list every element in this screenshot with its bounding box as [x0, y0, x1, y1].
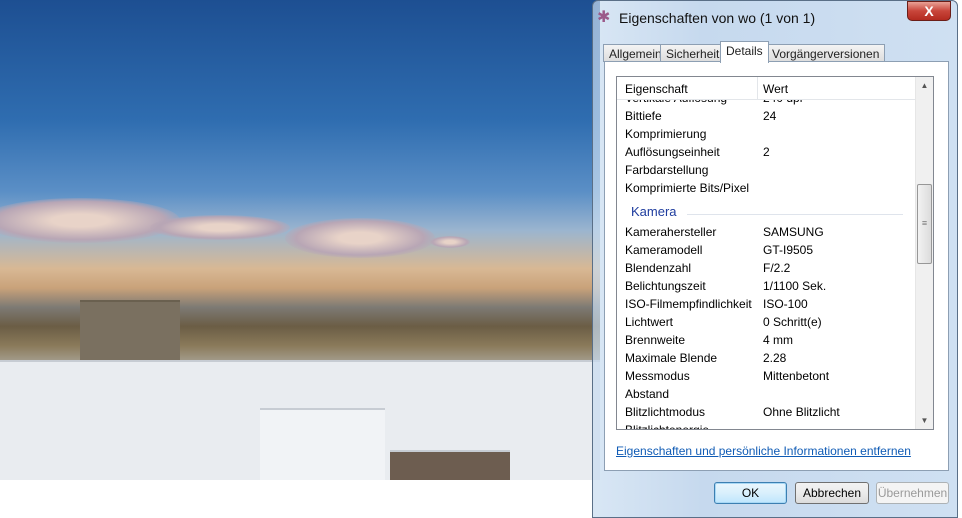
scroll-up-arrow-icon[interactable]: ▲	[916, 77, 933, 94]
tab-vorgaengerversionen[interactable]: Vorgängerversionen	[766, 44, 886, 62]
tab-allgemein[interactable]: Allgemein	[603, 44, 668, 62]
cancel-button[interactable]: Abbrechen	[795, 482, 869, 504]
column-header-value[interactable]: Wert	[763, 82, 788, 96]
remove-properties-link[interactable]: Eigenschaften und persönliche Informatio…	[616, 444, 911, 458]
list-item[interactable]: Farbdarstellung	[617, 161, 915, 179]
list-item[interactable]: Maximale Blende 2.28	[617, 349, 915, 367]
details-panel: Eigenschaft Wert Vertikale Auflösung240 …	[604, 61, 949, 471]
list-item[interactable]: ISO-Filmempfindlichkeit ISO-100	[617, 295, 915, 313]
list-item[interactable]: Bittiefe 24	[617, 107, 915, 125]
column-header-property[interactable]: Eigenschaft	[625, 82, 688, 96]
tab-sicherheit[interactable]: Sicherheit	[660, 44, 726, 62]
list-item[interactable]: Lichtwert 0 Schritt(e)	[617, 313, 915, 331]
list-header: Eigenschaft Wert	[617, 77, 915, 100]
list-item[interactable]: Komprimierung	[617, 125, 915, 143]
list-item[interactable]: Blitzlichtmodus Ohne Blitzlicht	[617, 403, 915, 421]
list-item[interactable]: Brennweite 4 mm	[617, 331, 915, 349]
properties-dialog: ✱ Eigenschaften von wo (1 von 1) X Allge…	[592, 0, 958, 518]
list-item[interactable]: Auflösungseinheit 2	[617, 143, 915, 161]
group-header-kamera: Kamera	[617, 197, 915, 223]
list-item[interactable]: Blitzlichtenergie	[617, 421, 915, 429]
list-item[interactable]: Messmodus Mittenbetont	[617, 367, 915, 385]
desktop-photo-background	[0, 0, 600, 480]
scroll-down-arrow-icon[interactable]: ▼	[916, 412, 933, 429]
ok-button[interactable]: OK	[714, 482, 787, 504]
vertical-scrollbar[interactable]: ▲ ≡ ▼	[915, 77, 933, 429]
list-item[interactable]: Kameramodell GT-I9505	[617, 241, 915, 259]
list-item[interactable]: Komprimierte Bits/Pixel	[617, 179, 915, 197]
list-item[interactable]: Blendenzahl F/2.2	[617, 259, 915, 277]
apply-button[interactable]: Übernehmen	[876, 482, 949, 504]
tab-details[interactable]: Details	[720, 41, 769, 63]
list-item[interactable]: Kamerahersteller SAMSUNG	[617, 223, 915, 241]
file-properties-icon: ✱	[597, 9, 611, 26]
list-item[interactable]: Abstand	[617, 385, 915, 403]
list-item[interactable]: Belichtungszeit 1/1100 Sek.	[617, 277, 915, 295]
window-title: Eigenschaften von wo (1 von 1)	[619, 10, 816, 26]
properties-list[interactable]: Eigenschaft Wert Vertikale Auflösung240 …	[616, 76, 934, 430]
close-button[interactable]: X	[907, 1, 951, 21]
scrollbar-thumb[interactable]: ≡	[917, 184, 932, 264]
